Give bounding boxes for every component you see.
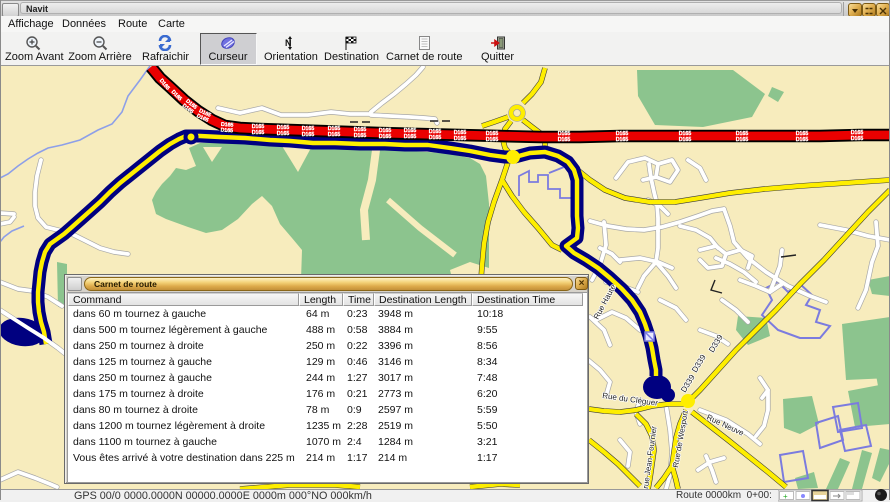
svg-text:D165: D165 <box>429 135 442 141</box>
svg-text:D165: D165 <box>454 136 467 142</box>
svg-text:N: N <box>285 38 292 48</box>
svg-text:D165: D165 <box>302 132 315 138</box>
svg-text:D165: D165 <box>616 137 629 143</box>
svg-text:D165: D165 <box>486 137 499 143</box>
svg-text:D165: D165 <box>277 131 290 137</box>
svg-text:D165: D165 <box>679 137 692 143</box>
svg-text:D165: D165 <box>558 137 571 143</box>
svg-text:D165: D165 <box>851 136 864 142</box>
svg-text:D165: D165 <box>354 133 367 139</box>
svg-text:D165: D165 <box>404 134 417 140</box>
svg-text:D165: D165 <box>796 137 809 143</box>
svg-text:D165: D165 <box>379 134 392 140</box>
svg-text:D165: D165 <box>220 127 233 134</box>
svg-text:D165: D165 <box>252 130 265 136</box>
svg-text:D165: D165 <box>328 132 341 138</box>
svg-text:D165: D165 <box>736 137 749 143</box>
